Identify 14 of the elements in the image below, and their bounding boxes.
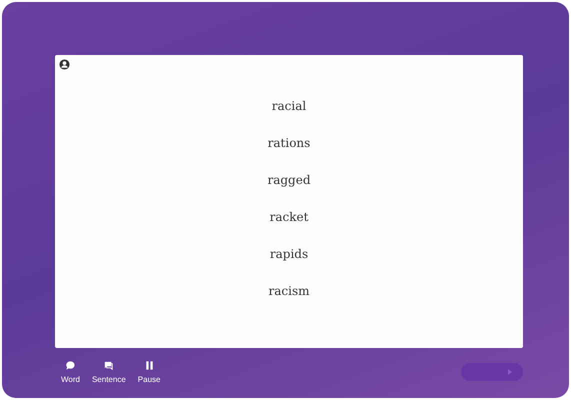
word-button[interactable]: Word	[55, 360, 86, 384]
word-text: rapids	[270, 246, 308, 263]
speech-bubble-icon	[64, 360, 76, 371]
word-text: racism	[268, 283, 310, 300]
word-text: ragged	[267, 172, 311, 189]
pause-button[interactable]: Pause	[132, 360, 166, 384]
pause-icon	[144, 360, 155, 371]
word-text: racial	[272, 98, 306, 115]
chevron-icon	[507, 369, 513, 375]
chat-bubbles-icon	[103, 360, 114, 371]
word-text: rations	[268, 135, 310, 152]
word-text: racket	[270, 209, 308, 226]
sentence-button[interactable]: Sentence	[86, 360, 132, 384]
user-icon	[59, 59, 70, 70]
